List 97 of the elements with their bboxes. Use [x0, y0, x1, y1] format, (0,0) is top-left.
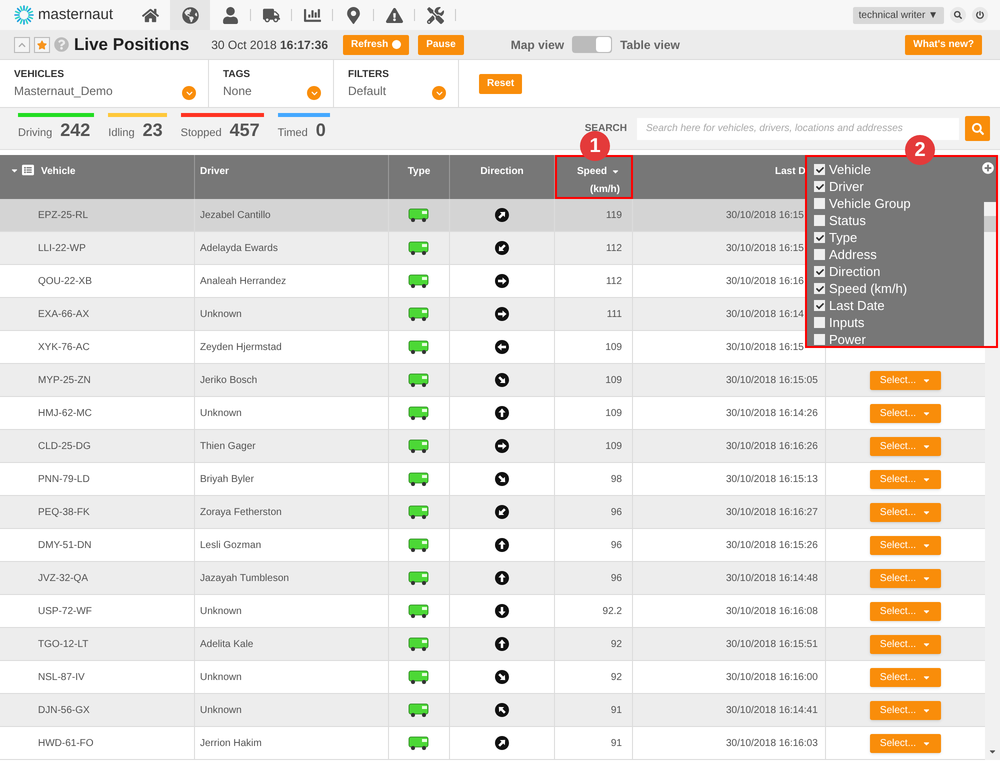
driver-cell-text: Unknown [200, 670, 242, 684]
vehicle-cell-text: DMY-51-DN [38, 538, 92, 552]
status-count: 242 [60, 119, 90, 142]
status-label: Stopped [180, 126, 222, 141]
driver-cell-text: Analeah Herrandez [200, 274, 286, 288]
speed-cell-text: 109 [605, 406, 622, 420]
speed-cell-text: 92 [610, 670, 622, 684]
driver-cell-text: Jeriko Bosch [200, 374, 258, 388]
speed-cell-text: 109 [605, 340, 622, 354]
vehicle-cell-text: PEQ-38-FK [38, 506, 90, 520]
driver-cell-text: Zeyden Hjermstad [200, 340, 282, 354]
status-label: Driving [18, 126, 52, 141]
date-cell-text: 30/10/2018 16:15:51 [726, 638, 818, 652]
filter-label: FILTERS [348, 68, 390, 82]
page-title: Live Positions [74, 34, 190, 56]
vehicle-cell-text: PNN-79-LD [38, 472, 90, 486]
current-date-time: 30 Oct 2018 16:17:36 [211, 36, 328, 54]
speed-cell-text: 112 [606, 242, 622, 256]
date-cell-text: 30/10/2018 16:15 [726, 340, 804, 354]
checkbox-label: Last Date [829, 296, 885, 315]
date-cell-text: 30/10/2018 16:16 [726, 274, 804, 288]
date-cell-text: 30/10/2018 16:15:13 [726, 472, 818, 486]
checkbox-label: Power [829, 330, 866, 349]
column-unit: (km/h) [590, 183, 620, 197]
checkbox-label: Status [829, 212, 866, 230]
speed-cell-text: 92.2 [602, 604, 622, 618]
speed-cell-text: 112 [606, 274, 622, 288]
status-count: 23 [142, 119, 163, 142]
date-cell-text: 30/10/2018 16:16:26 [726, 440, 818, 454]
speed-cell-text: 91 [610, 704, 622, 718]
date-cell-text: 30/10/2018 16:14:26 [726, 406, 818, 420]
filter-label: VEHICLES [14, 68, 66, 82]
vehicle-cell-text: HMJ-62-MC [38, 406, 92, 420]
speed-cell-text: 98 [610, 472, 622, 486]
checkbox-label: Direction [829, 262, 880, 281]
status-label: Timed [278, 126, 308, 141]
filter-label: TAGS [223, 68, 252, 82]
checkbox-label: Speed (km/h) [829, 280, 908, 298]
driver-cell-text: Unknown [200, 704, 242, 718]
date-cell-text: 30/10/2018 16:16:03 [726, 736, 818, 750]
date-cell-text: 30/10/2018 16:14 [726, 308, 804, 322]
date-cell-text: 30/10/2018 16:15 [726, 242, 804, 256]
date-cell-text: 30/10/2018 16:15:26 [726, 538, 818, 552]
vehicle-cell-text: TGO-12-LT [38, 638, 88, 652]
status-count: 0 [316, 119, 326, 142]
date-cell-text: 30/10/2018 16:16:00 [726, 670, 818, 684]
table-view-label: Table view [620, 36, 680, 54]
date-cell-text: 30/10/2018 16:15:05 [726, 374, 818, 388]
vehicle-cell-text: DJN-56-GX [38, 704, 90, 718]
driver-cell-text: Jazayah Tumbleson [200, 572, 289, 586]
filter-value: Default [348, 83, 386, 100]
vehicle-cell-text: XYK-76-AC [38, 340, 90, 354]
filter-value: Masternaut_Demo [14, 83, 113, 100]
driver-cell-text: Thien Gager [200, 440, 256, 454]
driver-cell-text: Lesli Gozman [200, 538, 262, 552]
checkbox-label: Driver [829, 178, 864, 196]
speed-cell-text: 96 [610, 506, 622, 520]
map-view-label: Map view [510, 36, 564, 54]
driver-cell-text: Jerrion Hakim [200, 736, 262, 750]
driver-cell-text: Adelayda Ewards [200, 242, 278, 256]
checkbox-label: Inputs [829, 314, 864, 332]
vehicle-cell-text: EPZ-25-RL [38, 208, 88, 222]
speed-cell-text: 92 [610, 638, 622, 652]
vehicle-cell-text: CLD-25-DG [38, 440, 91, 454]
speed-cell-text: 109 [605, 440, 622, 454]
filter-value: None [223, 83, 252, 100]
driver-cell-text: Briyah Byler [200, 472, 254, 486]
logo-text: masternaut [38, 4, 114, 25]
date-cell-text: 30/10/2018 16:16:27 [726, 506, 818, 520]
speed-cell-text: 119 [606, 208, 622, 222]
driver-cell-text: Adelita Kale [200, 638, 254, 652]
status-count: 457 [230, 119, 260, 142]
driver-cell-text: Unknown [200, 308, 242, 322]
driver-cell-text: Jezabel Cantillo [200, 208, 271, 222]
checkbox-label: Address [829, 246, 877, 264]
speed-cell-text: 91 [610, 736, 622, 750]
vehicle-cell-text: EXA-66-AX [38, 308, 90, 322]
vehicle-cell-text: MYP-25-ZN [38, 374, 91, 388]
vehicle-cell-text: LLI-22-WP [38, 242, 86, 256]
speed-cell-text: 96 [610, 572, 622, 586]
speed-cell-text: 109 [605, 374, 622, 388]
driver-cell-text: Zoraya Fetherston [200, 506, 282, 520]
status-label: Idling [108, 126, 135, 141]
speed-cell-text: 111 [606, 308, 622, 322]
date-cell-text: 30/10/2018 16:16:08 [726, 604, 818, 618]
date-cell-text: 30/10/2018 16:14:41 [726, 704, 818, 718]
vehicle-cell-text: QOU-22-XB [38, 274, 92, 288]
vehicle-cell-text: NSL-87-IV [38, 670, 85, 684]
vehicle-cell-text: JVZ-32-QA [38, 572, 88, 586]
vehicle-cell-text: HWD-61-FO [38, 736, 94, 750]
checkbox-label: Vehicle [829, 160, 871, 179]
vehicle-cell-text: USP-72-WF [38, 604, 92, 618]
date-cell-text: 30/10/2018 16:15 [726, 208, 804, 222]
date-cell-text: 30/10/2018 16:14:48 [726, 572, 818, 586]
driver-cell-text: Unknown [200, 604, 242, 618]
driver-cell-text: Unknown [200, 406, 242, 420]
speed-cell-text: 96 [610, 538, 622, 552]
